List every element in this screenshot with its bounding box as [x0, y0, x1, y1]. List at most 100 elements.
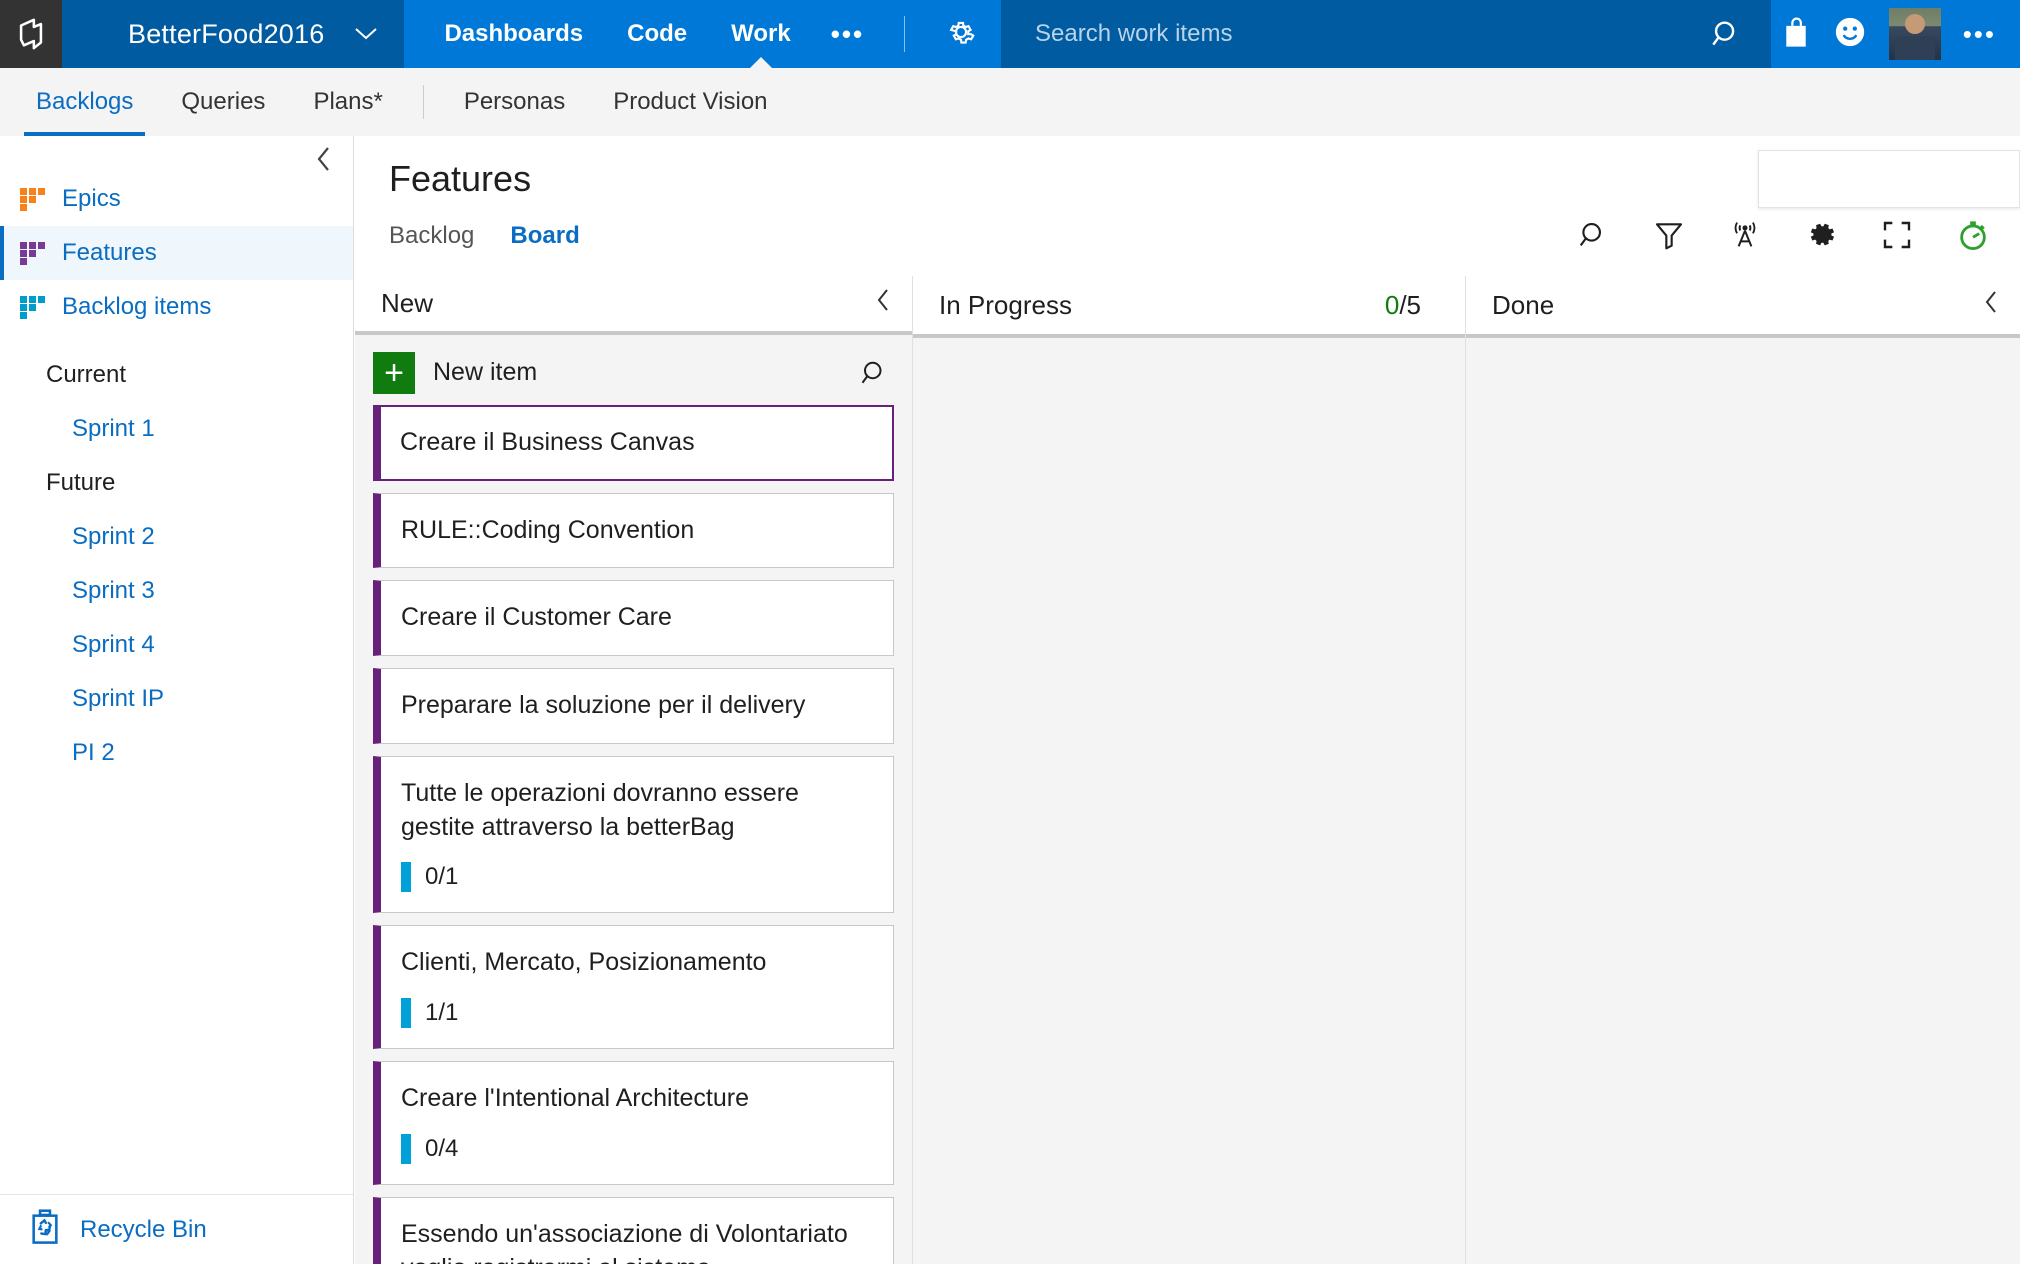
progress-text: 0/1	[425, 863, 459, 891]
backlog-level-list: Epics Features Backlog items Current Spr…	[0, 136, 353, 780]
board-card[interactable]: Clienti, Mercato, Posizionamento 1/1	[373, 925, 894, 1050]
board-card[interactable]: Creare il Business Canvas	[373, 404, 894, 481]
nav-item-code[interactable]: Code	[605, 0, 709, 68]
settings-button[interactable]	[921, 0, 1001, 68]
card-title: Essendo un'associazione di Volontariato …	[401, 1219, 848, 1264]
sidebar-item-features[interactable]: Features	[0, 226, 353, 280]
nav-item-more[interactable]: •••	[813, 0, 882, 68]
tab-backlog[interactable]: Backlog	[389, 222, 474, 250]
subnav-item-personas[interactable]: Personas	[440, 68, 589, 136]
main-content: Features Backlog Board New + New item Cr…	[355, 136, 2020, 1264]
subnav-item-queries[interactable]: Queries	[157, 68, 289, 136]
subnav-item-plans[interactable]: Plans*	[289, 68, 406, 136]
nav-item-dashboards[interactable]: Dashboards	[422, 0, 605, 68]
pivot-tabs: Backlog Board	[389, 222, 580, 250]
card-title: Creare il Customer Care	[401, 603, 672, 632]
avatar[interactable]	[1888, 8, 1941, 60]
backlog-level-icon	[20, 188, 46, 211]
sidebar-group-future: Future	[46, 469, 116, 496]
sidebar-item-sprint-1[interactable]: Sprint 1	[0, 402, 353, 456]
nav-divider	[904, 16, 906, 52]
board-column-in-progress: In Progress 0/5	[913, 276, 1466, 1264]
card-title: Creare l'Intentional Architecture	[401, 1084, 750, 1113]
sidebar-item-sprint-4[interactable]: Sprint 4	[0, 618, 353, 672]
sidebar-item-sprint-ip[interactable]: Sprint IP	[0, 672, 353, 726]
search-icon[interactable]	[1572, 214, 1614, 256]
filter-icon[interactable]	[1648, 214, 1690, 256]
card-title: RULE::Coding Convention	[401, 515, 695, 544]
more-actions-icon[interactable]: •••	[1963, 19, 2004, 50]
sidebar-item-backlog-items[interactable]: Backlog items	[0, 280, 353, 334]
card-title: Creare il Business Canvas	[400, 427, 695, 456]
sidebar: Epics Features Backlog items Current Spr…	[0, 136, 354, 1264]
header-right-icons: •••	[1771, 0, 2020, 68]
progress-bar-icon	[401, 862, 411, 893]
progress-text: 0/4	[425, 1134, 459, 1162]
search-box[interactable]: Search work items	[1001, 0, 1771, 68]
new-item-row: + New item	[373, 335, 894, 405]
plus-icon[interactable]: +	[373, 351, 415, 394]
board-card[interactable]: Tutte le operazioni dovranno essere gest…	[373, 755, 894, 914]
column-collapse-icon[interactable]	[876, 288, 890, 318]
sidebar-item-epics[interactable]: Epics	[0, 172, 353, 226]
subnav-item-product-vision[interactable]: Product Vision	[589, 68, 791, 136]
recycle-bin-label: Recycle Bin	[80, 1215, 207, 1243]
board-card[interactable]: Preparare la soluzione per il delivery	[373, 668, 894, 744]
card-title: Tutte le operazioni dovranno essere gest…	[401, 778, 799, 841]
kanban-board: New + New item Creare il Business Canvas…	[355, 276, 2020, 1264]
board-column-done: Done	[1466, 276, 2020, 1264]
smiley-feedback-icon[interactable]	[1833, 15, 1867, 54]
sidebar-item-label: Backlog items	[62, 293, 212, 320]
subnav-item-backlogs[interactable]: Backlogs	[12, 68, 157, 136]
wip-limit: /5	[1399, 289, 1421, 320]
settings-gear-icon[interactable]	[1800, 214, 1842, 256]
search-icon[interactable]	[1709, 17, 1743, 51]
board-column-new: New + New item Creare il Business Canvas…	[355, 276, 913, 1264]
sidebar-item-pi-2[interactable]: PI 2	[0, 726, 353, 780]
stopwatch-timer-icon[interactable]	[1952, 214, 1994, 256]
secondary-nav-bar: Backlogs Queries Plans* Personas Product…	[0, 68, 2020, 136]
sidebar-item-sprint-2[interactable]: Sprint 2	[0, 510, 353, 564]
gear-icon	[945, 16, 977, 53]
board-card[interactable]: Essendo un'associazione di Volontariato …	[373, 1196, 894, 1264]
column-body[interactable]	[1466, 338, 2020, 1264]
tab-board[interactable]: Board	[510, 222, 579, 250]
column-body: + New item Creare il Business Canvas RUL…	[355, 334, 912, 1264]
backlog-level-icon	[20, 296, 46, 319]
floating-search-panel[interactable]	[1758, 150, 2020, 208]
card-progress: 1/1	[401, 998, 871, 1029]
card-title: Preparare la soluzione per il delivery	[401, 691, 806, 720]
sidebar-item-sprint-3[interactable]: Sprint 3	[0, 564, 353, 618]
wip-limit-counter: 0/5	[1385, 290, 1421, 321]
column-title: New	[381, 287, 434, 318]
board-card[interactable]: Creare l'Intentional Architecture 0/4	[373, 1061, 894, 1185]
page-title: Features	[389, 158, 532, 199]
new-item-button[interactable]: New item	[433, 358, 854, 387]
project-name: BetterFood2016	[128, 18, 325, 49]
top-header-bar: BetterFood2016 Dashboards Code Work ••• …	[0, 0, 2020, 68]
nav-item-work[interactable]: Work	[709, 0, 813, 68]
search-icon[interactable]	[854, 353, 894, 393]
column-header: In Progress 0/5	[913, 276, 1465, 338]
sidebar-group-current: Current	[46, 361, 127, 388]
column-collapse-icon[interactable]	[1984, 290, 1998, 320]
board-toolbar	[1572, 214, 1994, 256]
board-card[interactable]: RULE::Coding Convention	[373, 492, 894, 569]
column-title: Done	[1492, 289, 1555, 320]
sidebar-item-recycle-bin[interactable]: Recycle Bin	[0, 1194, 353, 1264]
fullscreen-icon[interactable]	[1876, 214, 1918, 256]
sidebar-item-label: Features	[62, 239, 157, 266]
marketplace-bag-icon[interactable]	[1781, 15, 1811, 54]
project-selector[interactable]: BetterFood2016	[62, 0, 405, 68]
azure-devops-logo-icon[interactable]	[0, 0, 62, 68]
live-updates-icon[interactable]	[1724, 214, 1766, 256]
backlog-level-icon	[20, 242, 46, 265]
column-header: Done	[1466, 276, 2020, 338]
column-body[interactable]	[913, 338, 1465, 1264]
progress-text: 1/1	[425, 999, 459, 1027]
sidebar-collapse-icon[interactable]	[309, 144, 339, 174]
board-card[interactable]: Creare il Customer Care	[373, 580, 894, 657]
primary-nav: Dashboards Code Work •••	[404, 0, 1002, 68]
chevron-down-icon	[354, 27, 378, 41]
search-input[interactable]: Search work items	[1035, 20, 1709, 48]
